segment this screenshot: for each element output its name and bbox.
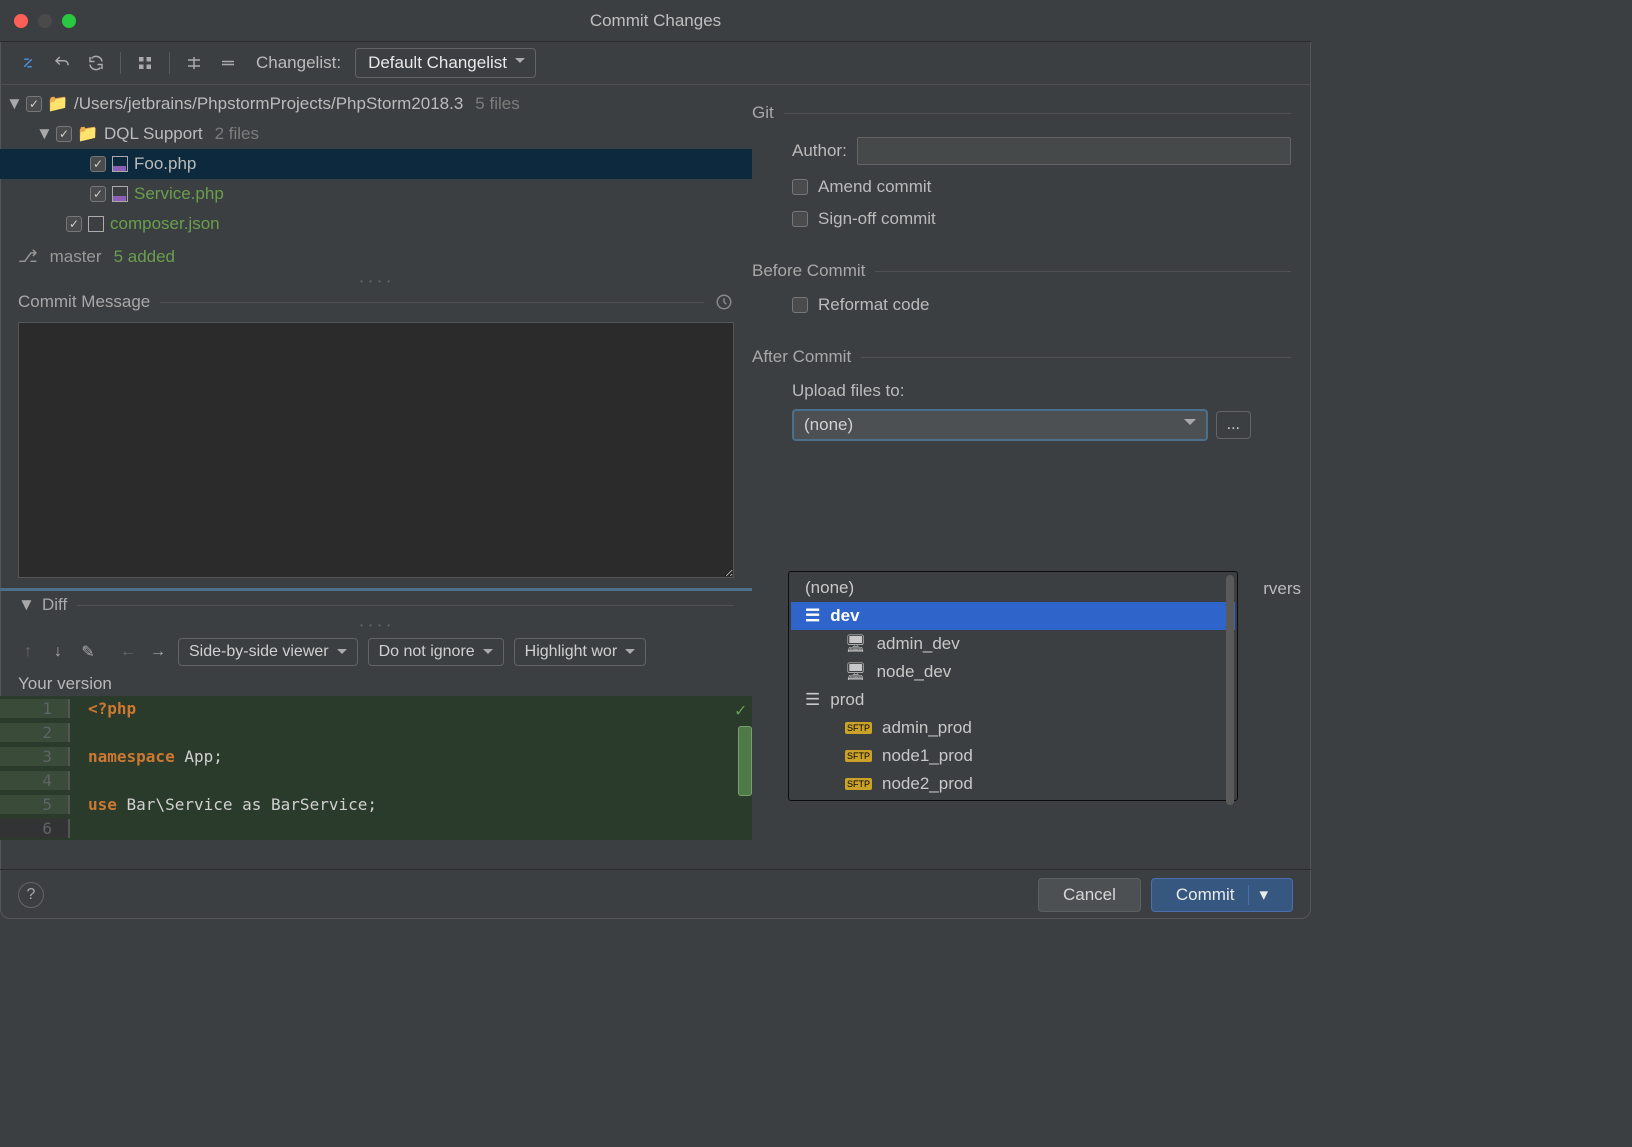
diff-toolbar: ↑ ↓ ✎ ← → Side-by-side viewer Do not ign… xyxy=(0,632,752,672)
tree-file-row[interactable]: Foo.php xyxy=(0,149,752,179)
before-commit-section-header: Before Commit xyxy=(752,253,1291,289)
upload-label: Upload files to: xyxy=(752,375,1291,401)
folder-icon: 📁 xyxy=(48,94,68,114)
refresh-icon[interactable] xyxy=(86,53,106,73)
group-icon: ☰ xyxy=(805,606,820,626)
titlebar: Commit Changes xyxy=(0,0,1311,42)
tree-file-row[interactable]: composer.json xyxy=(0,209,752,239)
expand-icon[interactable]: ▼ xyxy=(6,94,20,114)
tree-count: 5 files xyxy=(475,94,519,114)
inspection-ok-icon: ✓ xyxy=(735,700,746,721)
splitter-handle[interactable]: • • • • xyxy=(0,619,752,632)
commit-dialog: Commit Changes Changelist: Default Chang… xyxy=(0,0,1311,919)
diff-marker xyxy=(738,726,752,796)
amend-label: Amend commit xyxy=(818,177,931,197)
commit-button[interactable]: Commit ▾ xyxy=(1151,878,1293,912)
commit-dropdown-icon[interactable]: ▾ xyxy=(1248,885,1268,905)
commit-message-header: Commit Message xyxy=(0,288,752,316)
author-input[interactable] xyxy=(857,137,1291,165)
dropdown-item[interactable]: SFTP node1_prod xyxy=(791,742,1235,770)
dropdown-item[interactable]: 🖥 node_dev xyxy=(791,658,1235,686)
tree-path: /Users/jetbrains/PhpstormProjects/PhpSto… xyxy=(74,94,463,114)
partial-text: rvers xyxy=(1263,579,1301,599)
branch-bar: ⎇ master 5 added xyxy=(0,243,752,275)
host-icon: 🖥 xyxy=(845,662,867,682)
sftp-icon: SFTP xyxy=(845,778,872,790)
bottom-bar: ? Cancel Commit ▾ xyxy=(0,869,1311,919)
checkbox[interactable] xyxy=(26,96,42,112)
folder-name: DQL Support xyxy=(104,124,203,144)
signoff-label: Sign-off commit xyxy=(818,209,936,229)
chevron-down-icon[interactable]: ▼ xyxy=(18,595,32,615)
toolbar: Changelist: Default Changelist xyxy=(0,42,1311,85)
edit-icon[interactable]: ✎ xyxy=(78,642,98,662)
signoff-checkbox[interactable] xyxy=(792,211,808,227)
window-title: Commit Changes xyxy=(0,11,1311,31)
json-file-icon xyxy=(88,216,104,232)
file-name: composer.json xyxy=(110,214,220,234)
folder-count: 2 files xyxy=(215,124,259,144)
group-icon: ☰ xyxy=(805,690,820,710)
changelist-label: Changelist: xyxy=(256,53,341,73)
checkbox[interactable] xyxy=(90,156,106,172)
amend-checkbox[interactable] xyxy=(792,179,808,195)
sftp-icon: SFTP xyxy=(845,722,872,734)
dropdown-item[interactable]: SFTP admin_prod xyxy=(791,714,1235,742)
collapse-all-icon[interactable] xyxy=(218,53,238,73)
dropdown-item[interactable]: 🖥 admin_dev xyxy=(791,630,1235,658)
tree-root-row[interactable]: ▼ 📁 /Users/jetbrains/PhpstormProjects/Ph… xyxy=(0,89,752,119)
tree-file-row[interactable]: Service.php xyxy=(0,179,752,209)
upload-server-combo[interactable]: (none) xyxy=(792,409,1208,441)
changelist-combo[interactable]: Default Changelist xyxy=(355,48,536,78)
history-icon[interactable] xyxy=(714,292,734,312)
branch-icon: ⎇ xyxy=(18,247,38,267)
expand-all-icon[interactable] xyxy=(184,53,204,73)
ignore-combo[interactable]: Do not ignore xyxy=(368,638,504,666)
branch-name: master xyxy=(50,247,102,267)
scrollbar[interactable] xyxy=(1226,575,1234,805)
git-section-header: Git xyxy=(752,95,1291,131)
file-name: Service.php xyxy=(134,184,224,204)
cancel-button[interactable]: Cancel xyxy=(1038,878,1141,912)
diff-icon[interactable] xyxy=(18,53,38,73)
after-commit-section-header: After Commit xyxy=(752,339,1291,375)
commit-message-input[interactable] xyxy=(18,322,734,578)
dropdown-item[interactable]: ☰ dev xyxy=(791,602,1235,630)
reformat-checkbox[interactable] xyxy=(792,297,808,313)
code-diff-area[interactable]: ✓ 1<?php 2 3namespace App; 4 5use Bar\Se… xyxy=(0,696,752,840)
reformat-label: Reformat code xyxy=(818,295,930,315)
upload-server-dropdown: (none) ☰ dev 🖥 admin_dev 🖥 node_dev ☰ pr… xyxy=(788,571,1238,801)
prev-file-icon: ← xyxy=(118,642,138,662)
host-icon: 🖥 xyxy=(845,634,867,654)
dropdown-item[interactable]: (none) xyxy=(791,574,1235,602)
checkbox[interactable] xyxy=(56,126,72,142)
next-file-icon[interactable]: → xyxy=(148,642,168,662)
sftp-icon: SFTP xyxy=(845,750,872,762)
file-name: Foo.php xyxy=(134,154,196,174)
dropdown-item[interactable]: ☰ prod xyxy=(791,686,1235,714)
dropdown-item[interactable]: SFTP node2_prod xyxy=(791,770,1235,798)
php-file-icon xyxy=(112,186,128,202)
viewer-mode-combo[interactable]: Side-by-side viewer xyxy=(178,638,358,666)
diff-version-label: Your version xyxy=(0,672,752,696)
checkbox[interactable] xyxy=(90,186,106,202)
diff-section-header[interactable]: ▼ Diff xyxy=(0,591,752,619)
help-button[interactable]: ? xyxy=(18,882,44,908)
group-by-icon[interactable] xyxy=(135,53,155,73)
browse-button[interactable]: ... xyxy=(1216,411,1251,439)
splitter-handle[interactable]: • • • • xyxy=(0,275,752,288)
checkbox[interactable] xyxy=(66,216,82,232)
expand-icon[interactable]: ▼ xyxy=(36,124,50,144)
highlight-combo[interactable]: Highlight wor xyxy=(514,638,646,666)
folder-icon: 📁 xyxy=(78,124,98,144)
php-file-icon xyxy=(112,156,128,172)
next-diff-icon[interactable]: ↓ xyxy=(48,642,68,662)
changes-tree: ▼ 📁 /Users/jetbrains/PhpstormProjects/Ph… xyxy=(0,85,752,243)
undo-icon[interactable] xyxy=(52,53,72,73)
branch-status: 5 added xyxy=(114,247,175,267)
prev-diff-icon: ↑ xyxy=(18,642,38,662)
tree-folder-row[interactable]: ▼ 📁 DQL Support 2 files xyxy=(0,119,752,149)
author-label: Author: xyxy=(792,141,847,161)
